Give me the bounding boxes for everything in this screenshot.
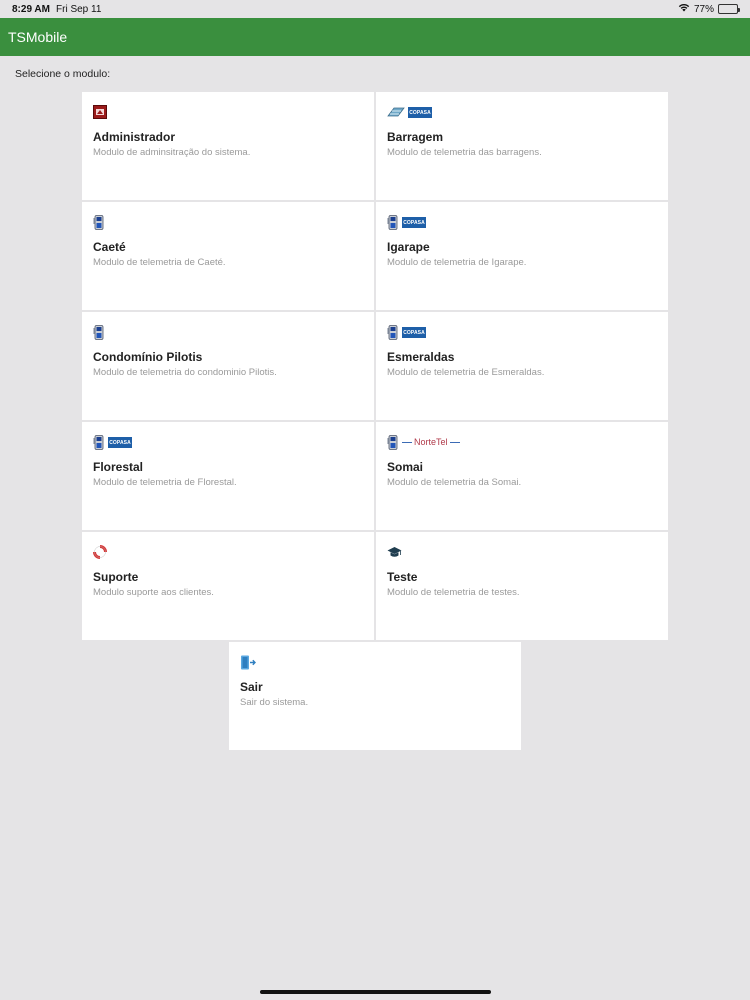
module-card-barragem[interactable]: COPASA Barragem Modulo de telemetria das b… bbox=[376, 92, 668, 200]
module-icons: COPASA bbox=[387, 324, 658, 340]
module-card-sair[interactable]: Sair Sair do sistema. bbox=[229, 642, 521, 750]
module-title: Barragem bbox=[387, 130, 444, 144]
telemetry-device-icon bbox=[387, 434, 399, 450]
module-icons bbox=[240, 654, 511, 670]
module-card-administrador[interactable]: Administrador Modulo de adminsitração do … bbox=[82, 92, 374, 200]
module-description: Modulo de telemetria do condominio Pilot… bbox=[93, 367, 277, 378]
lifebuoy-icon bbox=[93, 545, 107, 559]
module-card-condominio-pilotis[interactable]: Condomínio Pilotis Modulo de telemetria d… bbox=[82, 312, 374, 420]
status-bar: 8:29 AM Fri Sep 11 77% bbox=[0, 0, 750, 18]
module-icons: COPASA bbox=[93, 434, 364, 450]
module-description: Modulo de adminsitração do sistema. bbox=[93, 147, 251, 158]
module-description: Modulo de telemetria da Somai. bbox=[387, 477, 522, 488]
copasa-logo: COPASA bbox=[402, 326, 426, 338]
nortetel-logo: NorteTel bbox=[402, 437, 460, 447]
module-description: Modulo de telemetria de testes. bbox=[387, 587, 520, 598]
telemetry-device-icon bbox=[93, 324, 105, 340]
module-card-suporte[interactable]: Suporte Modulo suporte aos clientes. bbox=[82, 532, 374, 640]
module-prompt: Selecione o modulo: bbox=[15, 68, 111, 80]
module-description: Sair do sistema. bbox=[240, 697, 309, 708]
module-icons bbox=[93, 324, 364, 340]
module-title: Administrador bbox=[93, 130, 176, 144]
copasa-logo: COPASA bbox=[402, 216, 426, 228]
module-description: Modulo de telemetria das barragens. bbox=[387, 147, 542, 158]
module-title: Teste bbox=[387, 570, 418, 584]
battery-percent: 77% bbox=[693, 3, 714, 15]
module-title: Caeté bbox=[93, 240, 126, 254]
graduation-cap-icon bbox=[387, 546, 402, 559]
telemetry-device-icon bbox=[387, 324, 399, 340]
module-title: Suporte bbox=[93, 570, 139, 584]
module-card-teste[interactable]: Teste Modulo de telemetria de testes. bbox=[376, 532, 668, 640]
module-card-florestal[interactable]: COPASA Florestal Modulo de telemetria de F… bbox=[82, 422, 374, 530]
module-card-somai[interactable]: NorteTel Somai Modulo de telemetria da Som… bbox=[376, 422, 668, 530]
module-title: Somai bbox=[387, 460, 424, 474]
dam-icon bbox=[387, 106, 405, 118]
admin-icon bbox=[93, 105, 107, 119]
module-title: Igarape bbox=[387, 240, 430, 254]
app-bar: TSMobile bbox=[0, 18, 750, 56]
module-icons bbox=[387, 544, 658, 560]
status-right: 77% bbox=[678, 3, 740, 15]
telemetry-device-icon bbox=[93, 434, 105, 450]
module-icons bbox=[93, 104, 364, 120]
module-icons bbox=[93, 214, 364, 230]
telemetry-device-icon bbox=[387, 214, 399, 230]
module-title: Sair bbox=[240, 680, 263, 694]
module-card-igarape[interactable]: COPASA Igarape Modulo de telemetria de Iga… bbox=[376, 202, 668, 310]
app-title: TSMobile bbox=[8, 29, 68, 45]
copasa-logo: COPASA bbox=[108, 436, 132, 448]
module-icons: NorteTel bbox=[387, 434, 658, 450]
module-card-caete[interactable]: Caeté Modulo de telemetria de Caeté. bbox=[82, 202, 374, 310]
status-date: Fri Sep 11 bbox=[56, 4, 102, 15]
wifi-icon bbox=[678, 3, 690, 15]
exit-icon bbox=[240, 655, 256, 670]
module-description: Modulo de telemetria de Esmeraldas. bbox=[387, 367, 545, 378]
module-title: Florestal bbox=[93, 460, 144, 474]
home-indicator[interactable] bbox=[260, 990, 491, 994]
module-icons bbox=[93, 544, 364, 560]
module-description: Modulo de telemetria de Igarape. bbox=[387, 257, 527, 268]
module-icons: COPASA bbox=[387, 104, 658, 120]
module-card-esmeraldas[interactable]: COPASA Esmeraldas Modulo de telemetria de … bbox=[376, 312, 668, 420]
module-icons: COPASA bbox=[387, 214, 658, 230]
telemetry-device-icon bbox=[93, 214, 105, 230]
module-title: Esmeraldas bbox=[387, 350, 455, 364]
status-time: 8:29 AM bbox=[12, 4, 50, 15]
module-title: Condomínio Pilotis bbox=[93, 350, 203, 364]
copasa-logo: COPASA bbox=[408, 106, 432, 118]
module-description: Modulo de telemetria de Florestal. bbox=[93, 477, 237, 488]
battery-icon bbox=[718, 4, 740, 14]
module-description: Modulo de telemetria de Caeté. bbox=[93, 257, 226, 268]
module-description: Modulo suporte aos clientes. bbox=[93, 587, 214, 598]
